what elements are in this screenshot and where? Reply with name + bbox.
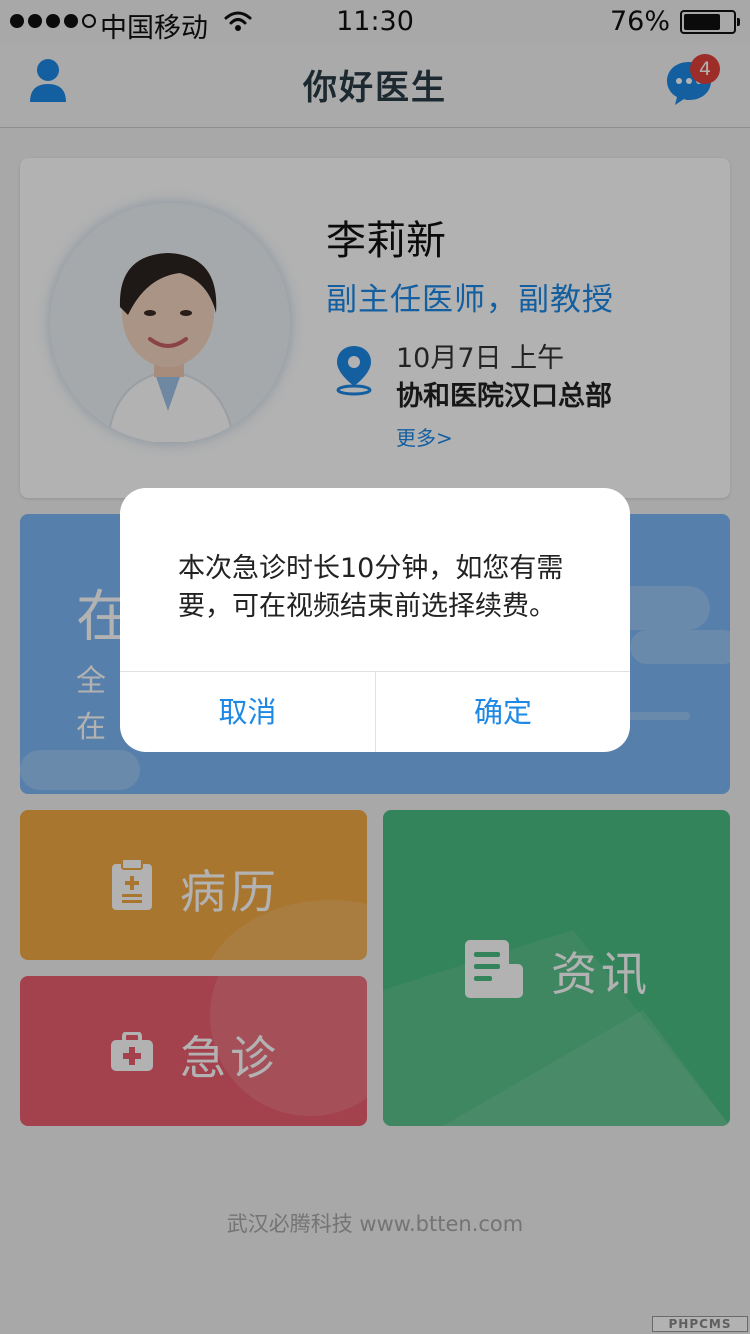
cancel-button[interactable]: 取消 <box>120 672 375 752</box>
confirm-dialog: 本次急诊时长10分钟，如您有需要，可在视频结束前选择续费。 取消 确定 <box>120 488 630 752</box>
confirm-button[interactable]: 确定 <box>375 672 630 752</box>
dialog-message: 本次急诊时长10分钟，如您有需要，可在视频结束前选择续费。 <box>178 553 564 622</box>
